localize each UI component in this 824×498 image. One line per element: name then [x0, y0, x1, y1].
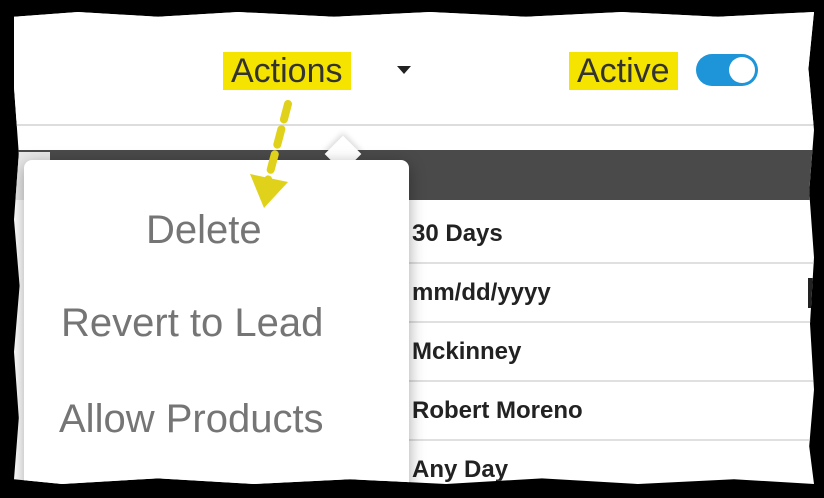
- details-table: 30 Days mm/dd/yyyy Mckinney Robert Moren…: [409, 205, 814, 484]
- header-bar: Actions Active: [14, 12, 814, 124]
- header-divider: [14, 124, 814, 126]
- table-row: Mckinney: [409, 323, 814, 382]
- screenshot-canvas: Actions Active 30 Days mm/dd/yyyy Mckinn…: [14, 12, 814, 484]
- table-row: 30 Days: [409, 205, 814, 264]
- row-value: Mckinney: [412, 337, 522, 365]
- field-edge: [808, 278, 814, 308]
- annotation-arrow-icon: [250, 100, 292, 208]
- menu-item-allow-products[interactable]: Allow Products: [59, 397, 324, 442]
- active-toggle[interactable]: [696, 54, 758, 86]
- row-value: Any Day: [412, 455, 509, 483]
- table-row[interactable]: mm/dd/yyyy: [409, 264, 814, 323]
- active-label: Active: [569, 52, 678, 90]
- menu-item-delete[interactable]: Delete: [146, 208, 262, 253]
- toggle-knob: [729, 57, 755, 83]
- menu-item-revert-to-lead[interactable]: Revert to Lead: [61, 301, 323, 346]
- chevron-down-icon[interactable]: [397, 66, 411, 74]
- row-value: 30 Days: [412, 219, 503, 247]
- table-row: Robert Moreno: [409, 382, 814, 441]
- row-value: Robert Moreno: [412, 396, 583, 424]
- actions-button[interactable]: Actions: [223, 52, 351, 90]
- date-field[interactable]: mm/dd/yyyy: [412, 279, 551, 307]
- table-row: Any Day: [409, 441, 814, 484]
